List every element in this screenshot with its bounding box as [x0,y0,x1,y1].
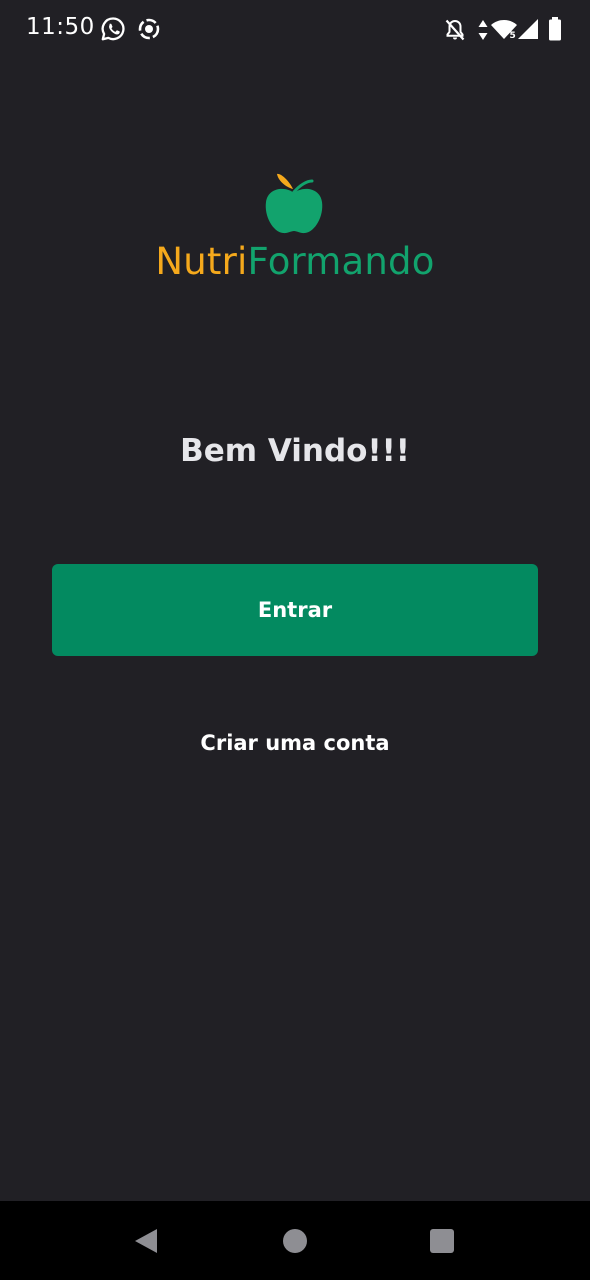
logo-text-formando: Formando [247,240,435,283]
recents-icon[interactable] [422,1221,462,1261]
screen-record-icon [138,18,160,40]
wifi-icon: 5 [491,20,517,41]
signal-icon [518,19,538,39]
back-icon[interactable] [126,1221,166,1261]
whatsapp-icon [101,17,125,41]
notifications-off-icon [445,19,465,41]
status-bar: 11:50 5 [0,0,590,60]
login-button[interactable]: Entrar [52,564,538,656]
welcome-title: Bem Vindo!!! [180,433,410,469]
apple-icon [265,173,323,234]
create-account-button[interactable]: Criar uma conta [145,722,445,764]
data-arrows-icon [478,20,488,40]
home-icon[interactable] [275,1221,315,1261]
app-logo-text: NutriFormando [0,240,590,283]
battery-icon [549,17,561,41]
logo-text-nutri: Nutri [155,240,248,283]
status-time: 11:50 [26,14,95,40]
system-nav-bar [0,1201,590,1280]
wifi-badge: 5 [510,31,516,41]
